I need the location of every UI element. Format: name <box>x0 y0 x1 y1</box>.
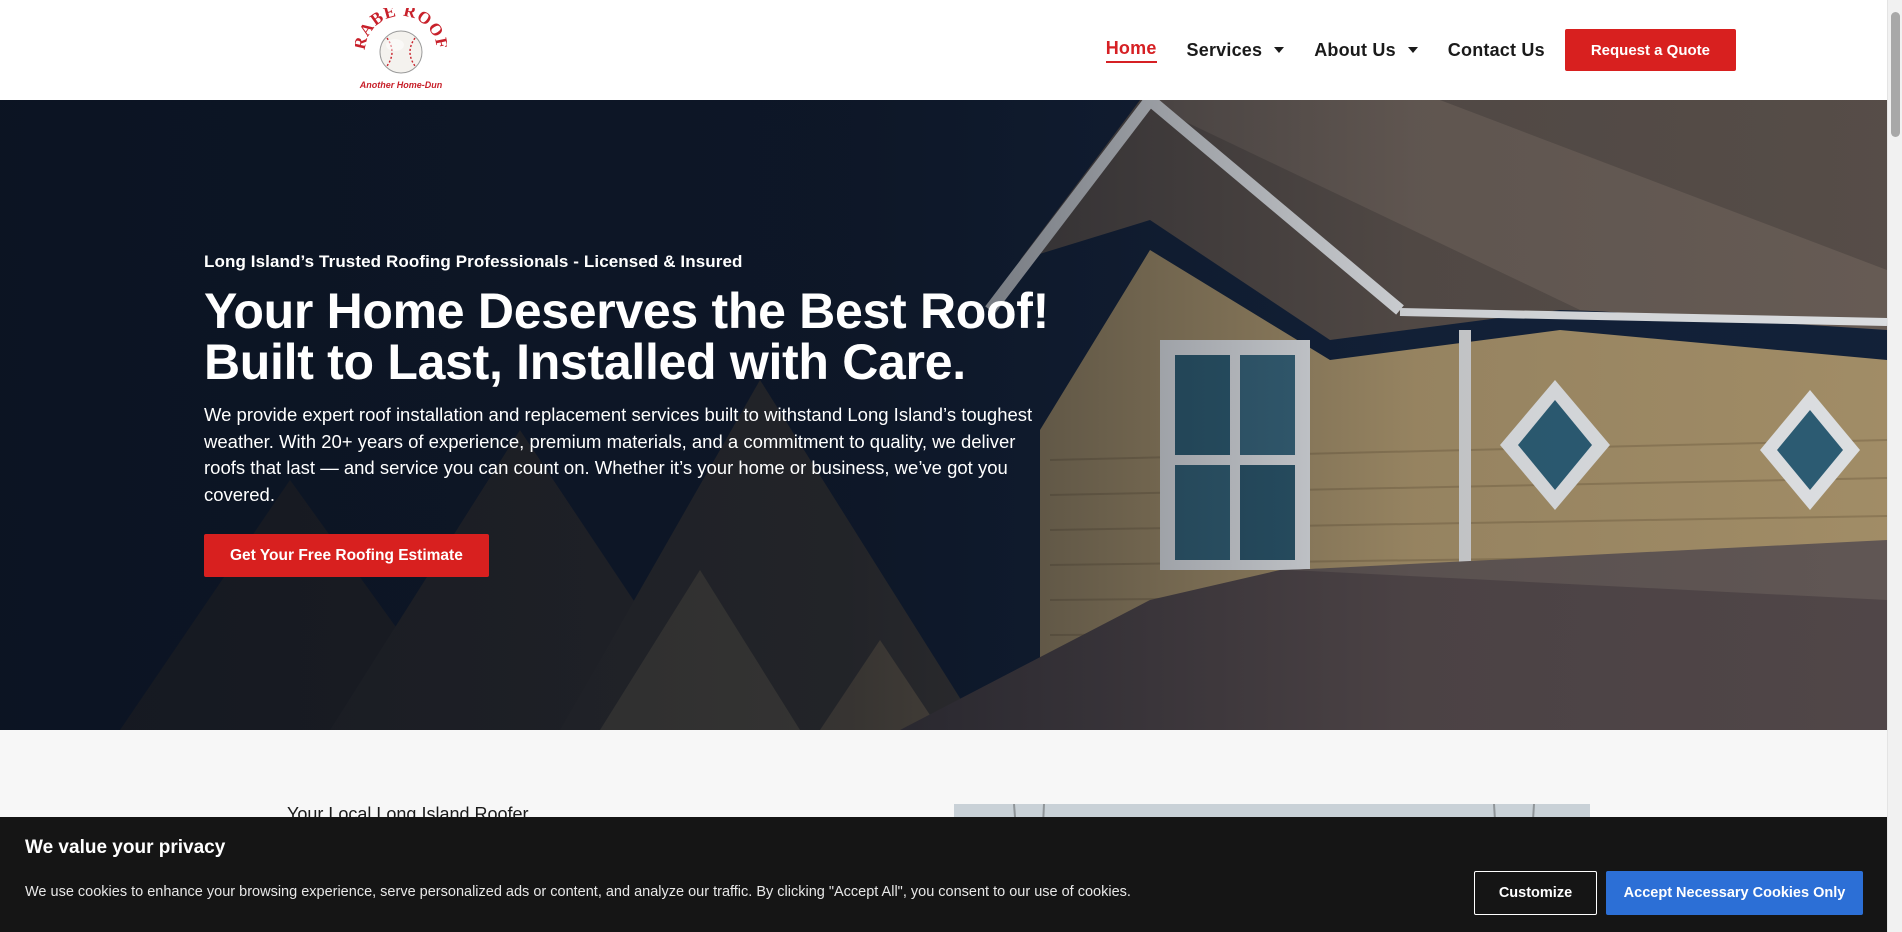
page-scrollbar[interactable] <box>1887 0 1902 932</box>
cookie-text: We use cookies to enhance your browsing … <box>25 884 1131 900</box>
nav-about-us[interactable]: About Us <box>1314 40 1418 61</box>
logo-tagline: Another Home-Dun <box>359 80 443 90</box>
hero-eyebrow: Long Island’s Trusted Roofing Profession… <box>204 252 743 271</box>
nav-services-label: Services <box>1186 39 1263 60</box>
site-header: RABE ROOF Another Home-Dun Home Services… <box>0 0 1887 100</box>
hero-headline: Your Home Deserves the Best Roof! Built … <box>204 286 1064 388</box>
nav-services[interactable]: Services <box>1187 40 1285 61</box>
free-estimate-button[interactable]: Get Your Free Roofing Estimate <box>204 534 489 577</box>
accept-necessary-cookies-button[interactable]: Accept Necessary Cookies Only <box>1606 871 1863 915</box>
cookie-consent-banner: We value your privacy We use cookies to … <box>0 817 1887 932</box>
request-quote-button[interactable]: Request a Quote <box>1564 29 1736 71</box>
nav-home-label: Home <box>1105 37 1157 58</box>
hero-headline-line1: Your Home Deserves the Best Roof! <box>204 283 1049 339</box>
caret-down-icon <box>1407 47 1418 53</box>
hero-description: We provide expert roof installation and … <box>204 404 1033 505</box>
cookie-title: We value your privacy <box>25 837 226 858</box>
hero-headline-line2: Built to Last, Installed with Care. <box>204 334 966 390</box>
main-nav: Home Services About Us Contact Us Reques… <box>1076 28 1736 72</box>
customize-cookies-button[interactable]: Customize <box>1474 871 1597 915</box>
nav-contact-us[interactable]: Contact Us <box>1448 40 1545 61</box>
baseball-logo-icon: RABE ROOF Another Home-Dun <box>350 1 451 90</box>
nav-contact-us-label: Contact Us <box>1447 39 1545 60</box>
brand-logo[interactable]: RABE ROOF Another Home-Dun <box>350 1 451 92</box>
nav-about-us-label: About Us <box>1314 39 1396 60</box>
hero-section: Long Island’s Trusted Roofing Profession… <box>0 100 1887 730</box>
hero-content: Long Island’s Trusted Roofing Profession… <box>204 252 1064 577</box>
caret-down-icon <box>1274 47 1285 53</box>
nav-home[interactable]: Home <box>1105 37 1157 63</box>
scrollbar-thumb[interactable] <box>1891 12 1900 137</box>
